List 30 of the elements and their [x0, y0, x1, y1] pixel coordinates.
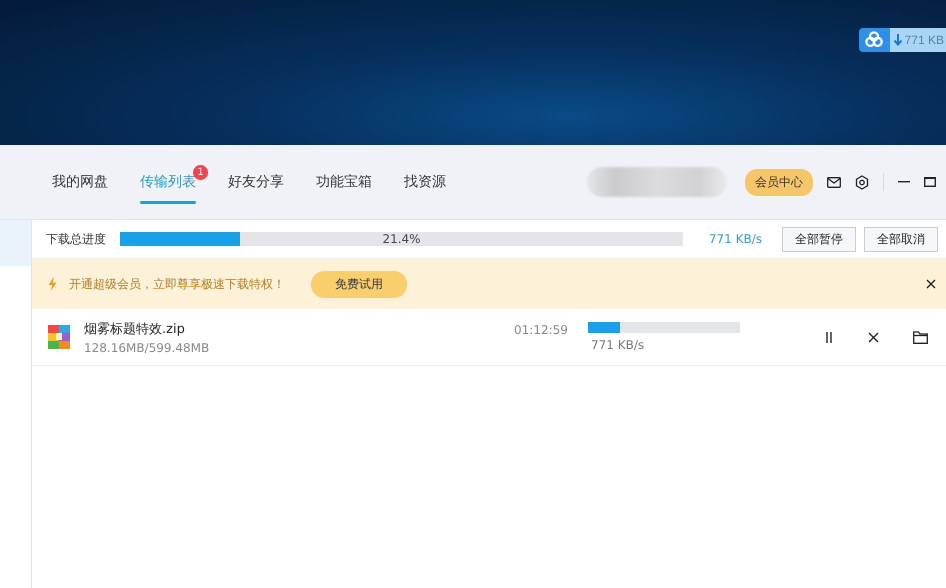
total-progress-label: 下载总进度 [46, 230, 107, 248]
total-speed: 771 KB/s [708, 232, 762, 246]
vip-center-button[interactable]: 会员中心 [745, 168, 813, 196]
free-trial-button[interactable]: 免费试用 [311, 270, 407, 298]
settings-icon[interactable] [855, 174, 869, 190]
nav-tab[interactable]: 我的网盘 [40, 145, 120, 219]
file-size: 128.16MB/599.48MB [84, 340, 210, 354]
minimize-icon[interactable] [898, 181, 910, 183]
promo-text: 开通超级会员，立即尊享极速下载特权！ [69, 276, 285, 292]
mail-icon[interactable] [827, 176, 841, 188]
notification-badge: 1 [193, 165, 208, 180]
archive-file-icon [48, 325, 70, 349]
cancel-icon[interactable] [868, 332, 879, 342]
download-speed: 771 KB [904, 33, 944, 47]
time-remaining: 01:12:59 [514, 323, 569, 337]
close-icon[interactable] [926, 279, 936, 289]
download-speed: 771 KB/s [591, 338, 646, 352]
download-arrow-icon [894, 34, 902, 46]
action-button[interactable]: 全部暂停 [782, 226, 856, 252]
action-button[interactable]: 全部取消 [864, 226, 938, 252]
file-name: 烟雾标题特效.zip [84, 320, 186, 338]
nav-tab[interactable]: 功能宝箱 [304, 145, 384, 219]
cloud-logo-icon [862, 31, 885, 49]
progress-percent: 21.4% [381, 232, 422, 246]
nav-tab[interactable]: 好友分享 [216, 145, 296, 219]
lightning-icon [48, 277, 57, 291]
pause-icon[interactable] [824, 332, 834, 342]
maximize-icon[interactable] [924, 177, 936, 187]
nav-tab[interactable]: 找资源 [392, 145, 458, 219]
folder-icon[interactable] [913, 330, 928, 344]
